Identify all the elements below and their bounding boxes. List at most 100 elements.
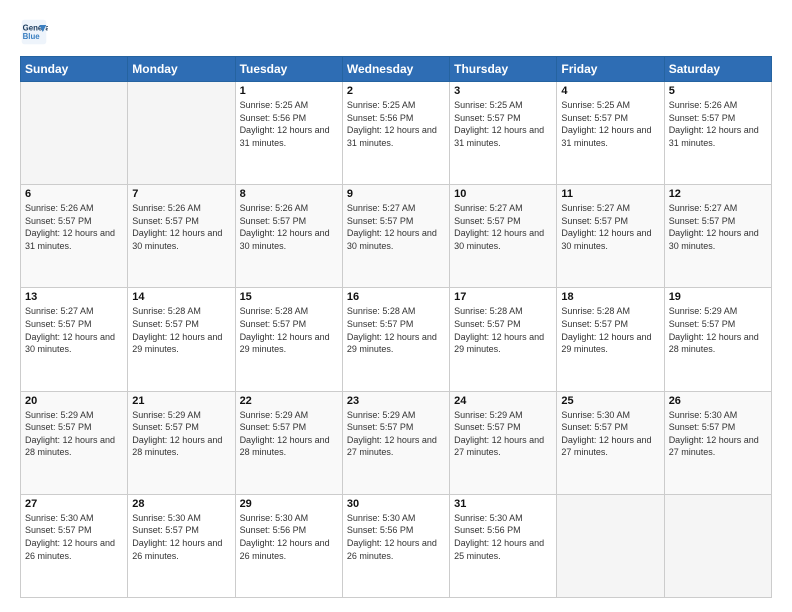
day-info: Sunrise: 5:29 AM Sunset: 5:57 PM Dayligh…: [669, 305, 767, 355]
day-number: 20: [25, 395, 123, 407]
calendar-cell: 24Sunrise: 5:29 AM Sunset: 5:57 PM Dayli…: [450, 391, 557, 494]
day-info: Sunrise: 5:26 AM Sunset: 5:57 PM Dayligh…: [25, 202, 123, 252]
day-number: 3: [454, 85, 552, 97]
calendar-week-row: 27 Sunrise: 5:30 AM Sunset: 5:57 PM Dayli…: [21, 494, 772, 597]
day-info: Sunrise: 5:26 AM Sunset: 5:57 PM Dayligh…: [132, 202, 230, 252]
header: General Blue: [20, 18, 772, 46]
calendar-header-row: SundayMondayTuesdayWednesdayThursdayFrid…: [21, 57, 772, 82]
calendar-cell: [664, 494, 771, 597]
calendar-week-row: 6Sunrise: 5:26 AM Sunset: 5:57 PM Daylig…: [21, 185, 772, 288]
calendar-cell: 7 Sunrise: 5:26 AM Sunset: 5:57 PM Daylig…: [128, 185, 235, 288]
day-number: 28: [132, 498, 230, 510]
day-number: 16: [347, 291, 445, 303]
day-info: Sunrise: 5:30 AM Sunset: 5:56 PM Dayligh…: [454, 512, 552, 562]
day-info: Sunrise: 5:30 AM Sunset: 5:56 PM Dayligh…: [347, 512, 445, 562]
day-number: 5: [669, 85, 767, 97]
day-number: 17: [454, 291, 552, 303]
day-number: 8: [240, 188, 338, 200]
day-number: 31: [454, 498, 552, 510]
day-number: 22: [240, 395, 338, 407]
calendar-cell: 14 Sunrise: 5:28 AM Sunset: 5:57 PM Dayli…: [128, 288, 235, 391]
calendar-week-row: 1 Sunrise: 5:25 AM Sunset: 5:56 PM Daylig…: [21, 82, 772, 185]
day-info: Sunrise: 5:26 AM Sunset: 5:57 PM Dayligh…: [240, 202, 338, 252]
day-number: 15: [240, 291, 338, 303]
calendar-cell: 23 Sunrise: 5:29 AM Sunset: 5:57 PM Dayli…: [342, 391, 449, 494]
calendar-cell: 21 Sunrise: 5:29 AM Sunset: 5:57 PM Dayli…: [128, 391, 235, 494]
day-info: Sunrise: 5:28 AM Sunset: 5:57 PM Dayligh…: [132, 305, 230, 355]
calendar-cell: 28Sunrise: 5:30 AM Sunset: 5:57 PM Dayli…: [128, 494, 235, 597]
calendar-cell: 31 Sunrise: 5:30 AM Sunset: 5:56 PM Dayli…: [450, 494, 557, 597]
weekday-header: Monday: [128, 57, 235, 82]
calendar-week-row: 13 Sunrise: 5:27 AM Sunset: 5:57 PM Dayli…: [21, 288, 772, 391]
calendar-cell: 10Sunrise: 5:27 AM Sunset: 5:57 PM Dayli…: [450, 185, 557, 288]
calendar-cell: 5 Sunrise: 5:26 AM Sunset: 5:57 PM Daylig…: [664, 82, 771, 185]
day-info: Sunrise: 5:27 AM Sunset: 5:57 PM Dayligh…: [669, 202, 767, 252]
calendar-cell: 16 Sunrise: 5:28 AM Sunset: 5:57 PM Dayli…: [342, 288, 449, 391]
calendar-cell: 30Sunrise: 5:30 AM Sunset: 5:56 PM Dayli…: [342, 494, 449, 597]
day-info: Sunrise: 5:27 AM Sunset: 5:57 PM Dayligh…: [561, 202, 659, 252]
calendar-cell: 17 Sunrise: 5:28 AM Sunset: 5:57 PM Dayli…: [450, 288, 557, 391]
day-number: 23: [347, 395, 445, 407]
day-info: Sunrise: 5:29 AM Sunset: 5:57 PM Dayligh…: [347, 409, 445, 459]
svg-text:Blue: Blue: [23, 32, 41, 41]
day-number: 25: [561, 395, 659, 407]
day-number: 26: [669, 395, 767, 407]
day-info: Sunrise: 5:26 AM Sunset: 5:57 PM Dayligh…: [669, 99, 767, 149]
day-info: Sunrise: 5:25 AM Sunset: 5:56 PM Dayligh…: [240, 99, 338, 149]
page: General Blue SundayMondayTuesdayWednesda…: [0, 0, 792, 612]
day-number: 4: [561, 85, 659, 97]
calendar-cell: 6Sunrise: 5:26 AM Sunset: 5:57 PM Daylig…: [21, 185, 128, 288]
calendar-cell: [128, 82, 235, 185]
day-number: 27: [25, 498, 123, 510]
day-info: Sunrise: 5:30 AM Sunset: 5:57 PM Dayligh…: [669, 409, 767, 459]
calendar-week-row: 20 Sunrise: 5:29 AM Sunset: 5:57 PM Dayli…: [21, 391, 772, 494]
calendar-cell: 1 Sunrise: 5:25 AM Sunset: 5:56 PM Daylig…: [235, 82, 342, 185]
weekday-header: Friday: [557, 57, 664, 82]
logo-icon: General Blue: [20, 18, 48, 46]
calendar-cell: 8 Sunrise: 5:26 AM Sunset: 5:57 PM Daylig…: [235, 185, 342, 288]
logo: General Blue: [20, 18, 52, 46]
day-info: Sunrise: 5:29 AM Sunset: 5:57 PM Dayligh…: [25, 409, 123, 459]
calendar-cell: 12 Sunrise: 5:27 AM Sunset: 5:57 PM Dayli…: [664, 185, 771, 288]
day-number: 14: [132, 291, 230, 303]
calendar-cell: 27 Sunrise: 5:30 AM Sunset: 5:57 PM Dayli…: [21, 494, 128, 597]
day-number: 13: [25, 291, 123, 303]
day-number: 2: [347, 85, 445, 97]
day-info: Sunrise: 5:29 AM Sunset: 5:57 PM Dayligh…: [240, 409, 338, 459]
day-info: Sunrise: 5:28 AM Sunset: 5:57 PM Dayligh…: [454, 305, 552, 355]
calendar-cell: 3 Sunrise: 5:25 AM Sunset: 5:57 PM Daylig…: [450, 82, 557, 185]
calendar-table: SundayMondayTuesdayWednesdayThursdayFrid…: [20, 56, 772, 598]
day-info: Sunrise: 5:30 AM Sunset: 5:57 PM Dayligh…: [561, 409, 659, 459]
calendar-cell: 29 Sunrise: 5:30 AM Sunset: 5:56 PM Dayli…: [235, 494, 342, 597]
day-number: 12: [669, 188, 767, 200]
day-number: 1: [240, 85, 338, 97]
calendar-cell: 11 Sunrise: 5:27 AM Sunset: 5:57 PM Dayli…: [557, 185, 664, 288]
day-number: 24: [454, 395, 552, 407]
day-number: 29: [240, 498, 338, 510]
calendar-cell: 13 Sunrise: 5:27 AM Sunset: 5:57 PM Dayli…: [21, 288, 128, 391]
day-info: Sunrise: 5:30 AM Sunset: 5:57 PM Dayligh…: [25, 512, 123, 562]
calendar-cell: 15 Sunrise: 5:28 AM Sunset: 5:57 PM Dayli…: [235, 288, 342, 391]
calendar-cell: 20 Sunrise: 5:29 AM Sunset: 5:57 PM Dayli…: [21, 391, 128, 494]
calendar-cell: [21, 82, 128, 185]
day-info: Sunrise: 5:28 AM Sunset: 5:57 PM Dayligh…: [240, 305, 338, 355]
day-number: 18: [561, 291, 659, 303]
day-info: Sunrise: 5:27 AM Sunset: 5:57 PM Dayligh…: [25, 305, 123, 355]
calendar-cell: 4 Sunrise: 5:25 AM Sunset: 5:57 PM Daylig…: [557, 82, 664, 185]
calendar-cell: 19Sunrise: 5:29 AM Sunset: 5:57 PM Dayli…: [664, 288, 771, 391]
calendar-cell: 25 Sunrise: 5:30 AM Sunset: 5:57 PM Dayli…: [557, 391, 664, 494]
calendar-cell: [557, 494, 664, 597]
day-info: Sunrise: 5:30 AM Sunset: 5:56 PM Dayligh…: [240, 512, 338, 562]
day-number: 7: [132, 188, 230, 200]
day-info: Sunrise: 5:28 AM Sunset: 5:57 PM Dayligh…: [347, 305, 445, 355]
day-number: 11: [561, 188, 659, 200]
day-info: Sunrise: 5:27 AM Sunset: 5:57 PM Dayligh…: [454, 202, 552, 252]
day-info: Sunrise: 5:25 AM Sunset: 5:57 PM Dayligh…: [454, 99, 552, 149]
day-info: Sunrise: 5:25 AM Sunset: 5:57 PM Dayligh…: [561, 99, 659, 149]
weekday-header: Sunday: [21, 57, 128, 82]
day-number: 21: [132, 395, 230, 407]
weekday-header: Saturday: [664, 57, 771, 82]
calendar-cell: 18 Sunrise: 5:28 AM Sunset: 5:57 PM Dayli…: [557, 288, 664, 391]
day-info: Sunrise: 5:29 AM Sunset: 5:57 PM Dayligh…: [132, 409, 230, 459]
day-info: Sunrise: 5:28 AM Sunset: 5:57 PM Dayligh…: [561, 305, 659, 355]
